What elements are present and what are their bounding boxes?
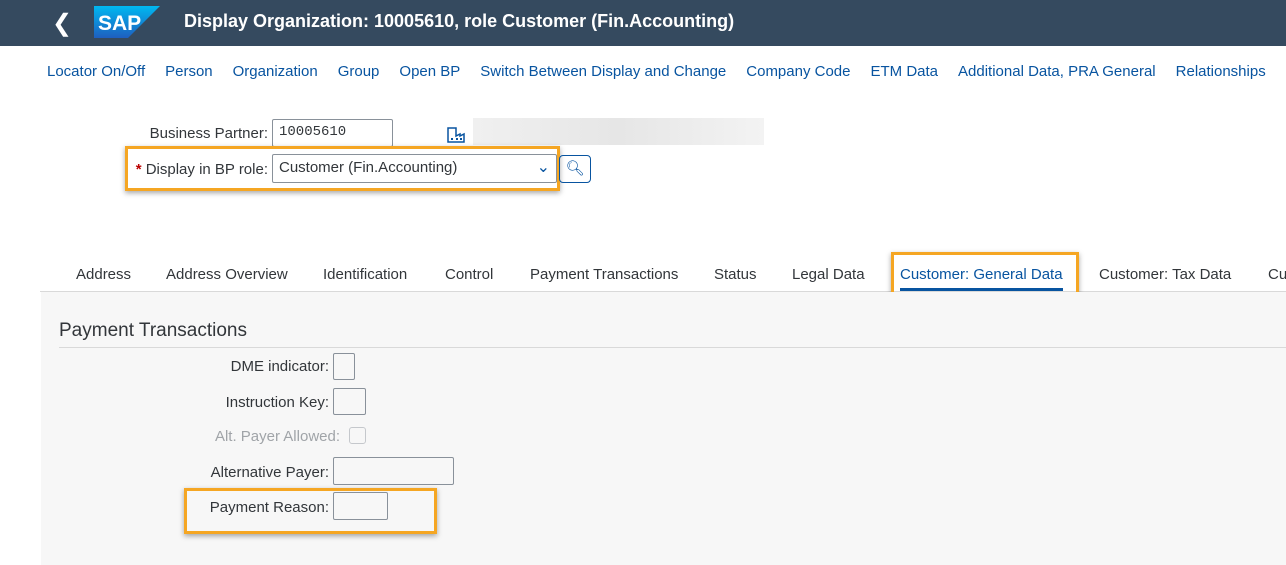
toolbar-organization[interactable]: Organization: [233, 63, 318, 80]
divider: [59, 347, 1286, 348]
search-button[interactable]: 🔍︎: [559, 155, 591, 183]
dme-label: DME indicator:: [230, 358, 329, 375]
instruction-key-input[interactable]: [333, 388, 366, 415]
role-label: * Display in BP role:: [128, 161, 268, 178]
toolbar-person[interactable]: Person: [165, 63, 213, 80]
toolbar-locator[interactable]: Locator On/Off: [47, 63, 145, 80]
toolbar: Locator On/Off Person Organization Group…: [47, 63, 1286, 80]
tab-control[interactable]: Control: [445, 266, 493, 283]
tab-address[interactable]: Address: [76, 266, 131, 283]
alt-payer-allowed-label: Alt. Payer Allowed:: [214, 428, 340, 445]
required-marker: *: [135, 161, 142, 178]
bp-name-blurred: [473, 118, 764, 145]
tab-customer-tax-data[interactable]: Customer: Tax Data: [1099, 266, 1231, 283]
toolbar-open-bp[interactable]: Open BP: [399, 63, 460, 80]
toolbar-group[interactable]: Group: [338, 63, 380, 80]
tab-address-overview[interactable]: Address Overview: [166, 266, 288, 283]
bp-label: Business Partner:: [149, 125, 268, 142]
toolbar-switch[interactable]: Switch Between Display and Change: [480, 63, 726, 80]
alt-payer-allowed-checkbox[interactable]: [349, 427, 366, 444]
search-icon: 🔍︎: [565, 160, 585, 177]
toolbar-company-code[interactable]: Company Code: [746, 63, 850, 80]
chevron-down-icon: ⌄: [536, 159, 550, 176]
alternative-payer-input[interactable]: [333, 457, 454, 485]
role-value: Customer (Fin.Accounting): [279, 159, 458, 176]
highlight-payment-reason: [184, 488, 437, 534]
section-title: Payment Transactions: [59, 320, 247, 341]
toolbar-additional[interactable]: Additional Data, PRA General: [958, 63, 1156, 80]
bp-input[interactable]: 10005610: [272, 119, 393, 147]
back-icon[interactable]: ❮: [52, 9, 72, 38]
instruction-key-label: Instruction Key:: [225, 394, 329, 411]
toolbar-etm[interactable]: ETM Data: [871, 63, 939, 80]
alternative-payer-label: Alternative Payer:: [210, 464, 329, 481]
tab-bar: Address Address Overview Identification …: [40, 254, 1286, 292]
tab-legal-data[interactable]: Legal Data: [792, 266, 865, 283]
dme-input[interactable]: [333, 353, 355, 380]
sap-logo: SAP: [94, 6, 160, 38]
page-title: Display Organization: 10005610, role Cus…: [184, 11, 735, 31]
shell-bar: ❮ SAP Display Organization: 10005610, ro…: [0, 0, 1286, 46]
svg-text:SAP: SAP: [98, 12, 141, 35]
role-select[interactable]: Customer (Fin.Accounting) ⌄: [272, 154, 557, 183]
organization-icon[interactable]: [447, 127, 465, 143]
toolbar-relationships[interactable]: Relationships: [1176, 63, 1266, 80]
tab-payment-transactions[interactable]: Payment Transactions: [530, 266, 678, 283]
tab-more[interactable]: Cu: [1268, 266, 1286, 283]
tab-status[interactable]: Status: [714, 266, 757, 283]
tab-identification[interactable]: Identification: [323, 266, 407, 283]
role-label-text: Display in BP role:: [145, 161, 268, 178]
